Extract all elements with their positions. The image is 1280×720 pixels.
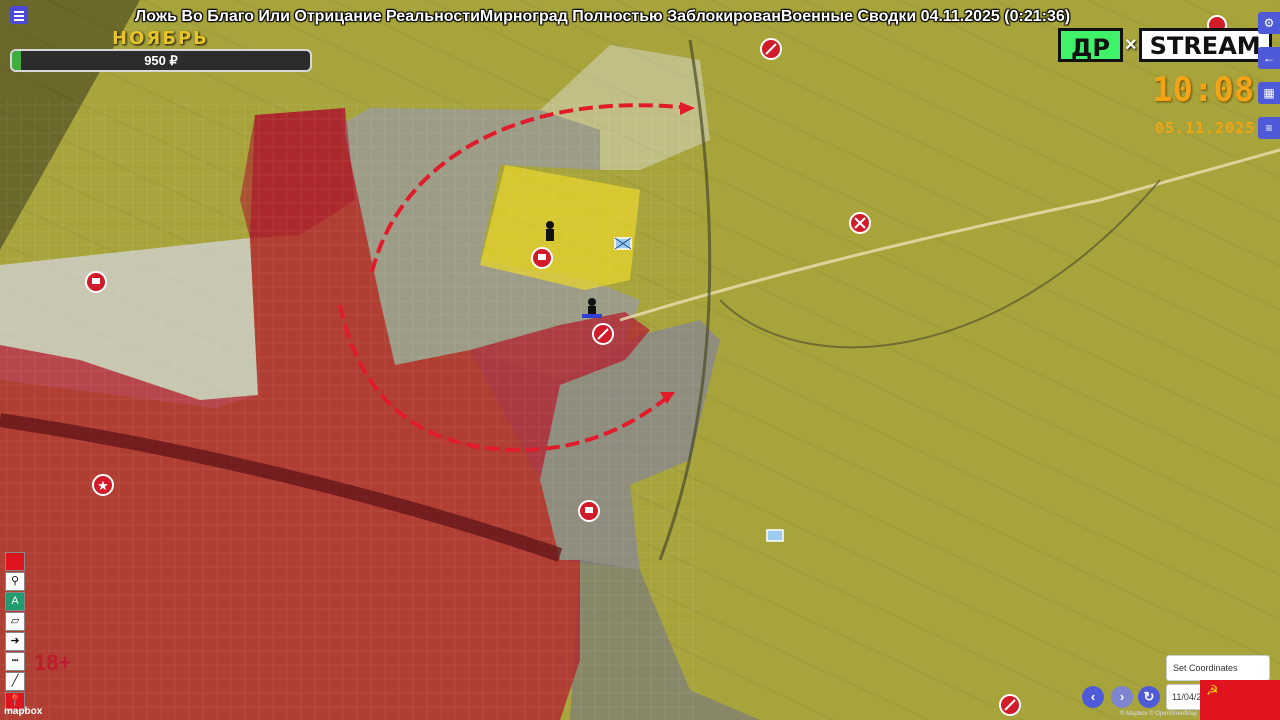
battle-map[interactable]: ★: [0, 0, 1280, 720]
red-square-tool-icon[interactable]: ■: [5, 552, 25, 571]
clock-time: 10:08: [1152, 70, 1255, 110]
unit-symbol-icon[interactable]: [614, 237, 632, 250]
flag-marker[interactable]: [578, 500, 600, 522]
pin-tool-icon[interactable]: ⚲: [5, 572, 25, 591]
clock-date: 05.11.2025: [1155, 119, 1256, 137]
strike-marker[interactable]: [999, 694, 1021, 716]
donation-month-label: НОЯБРЬ: [112, 28, 209, 49]
menu-icon[interactable]: [10, 6, 28, 24]
polygon-tool-icon[interactable]: ▱: [5, 612, 25, 631]
arrow-left-icon[interactable]: ←: [1258, 47, 1280, 69]
chevron-left-icon[interactable]: ‹: [1082, 686, 1104, 708]
chevron-right-icon[interactable]: ›: [1111, 686, 1133, 708]
donation-progress-bar: 950 ₽: [10, 49, 312, 72]
set-coordinates-input[interactable]: Set Coordinates: [1166, 655, 1270, 681]
stream-title: Ложь Во Благо Или Отрицание РеальностиМи…: [135, 8, 1071, 25]
arrow-tool-icon[interactable]: ➜: [5, 632, 25, 651]
age-rating: 18+: [34, 650, 72, 675]
list-icon[interactable]: ≡: [1258, 117, 1280, 139]
map-attribution[interactable]: © Mapbox © OpenStreetMap: [1120, 711, 1198, 717]
svg-text:★: ★: [97, 479, 109, 494]
crossed-marker[interactable]: [849, 212, 871, 234]
logo-x: ×: [1124, 33, 1137, 56]
strike-marker[interactable]: [592, 323, 614, 345]
mapbox-logo[interactable]: mapbox: [4, 706, 42, 717]
logo-left: ДР: [1058, 28, 1123, 62]
soviet-flag: ☭: [1200, 680, 1280, 720]
soldier-icon[interactable]: [546, 221, 554, 241]
star-marker[interactable]: ★: [92, 474, 114, 496]
settings-icon[interactable]: ⚙: [1258, 12, 1280, 34]
dash-line-tool-icon[interactable]: ┅: [5, 652, 25, 671]
flag-marker[interactable]: [85, 271, 107, 293]
refresh-icon[interactable]: ↻: [1138, 686, 1160, 708]
line-tool-icon[interactable]: ╱: [5, 672, 25, 691]
strike-marker[interactable]: [760, 38, 782, 60]
flag-marker[interactable]: [531, 247, 553, 269]
calendar-icon[interactable]: ▦: [1258, 82, 1280, 104]
stream-logo: ДР × STREAM: [1058, 28, 1272, 62]
drawing-toolbar: ■ ⚲ A ▱ ➜ ┅ ╱ 📍: [5, 552, 25, 712]
russian-zone-streets: [0, 100, 700, 720]
unit-symbol-icon[interactable]: [766, 529, 784, 542]
donation-amount: 950 ₽: [144, 53, 178, 68]
logo-right: STREAM: [1138, 28, 1272, 62]
marker-tool-icon[interactable]: A: [5, 592, 25, 611]
hammer-sickle-icon: ☭: [1206, 682, 1219, 698]
